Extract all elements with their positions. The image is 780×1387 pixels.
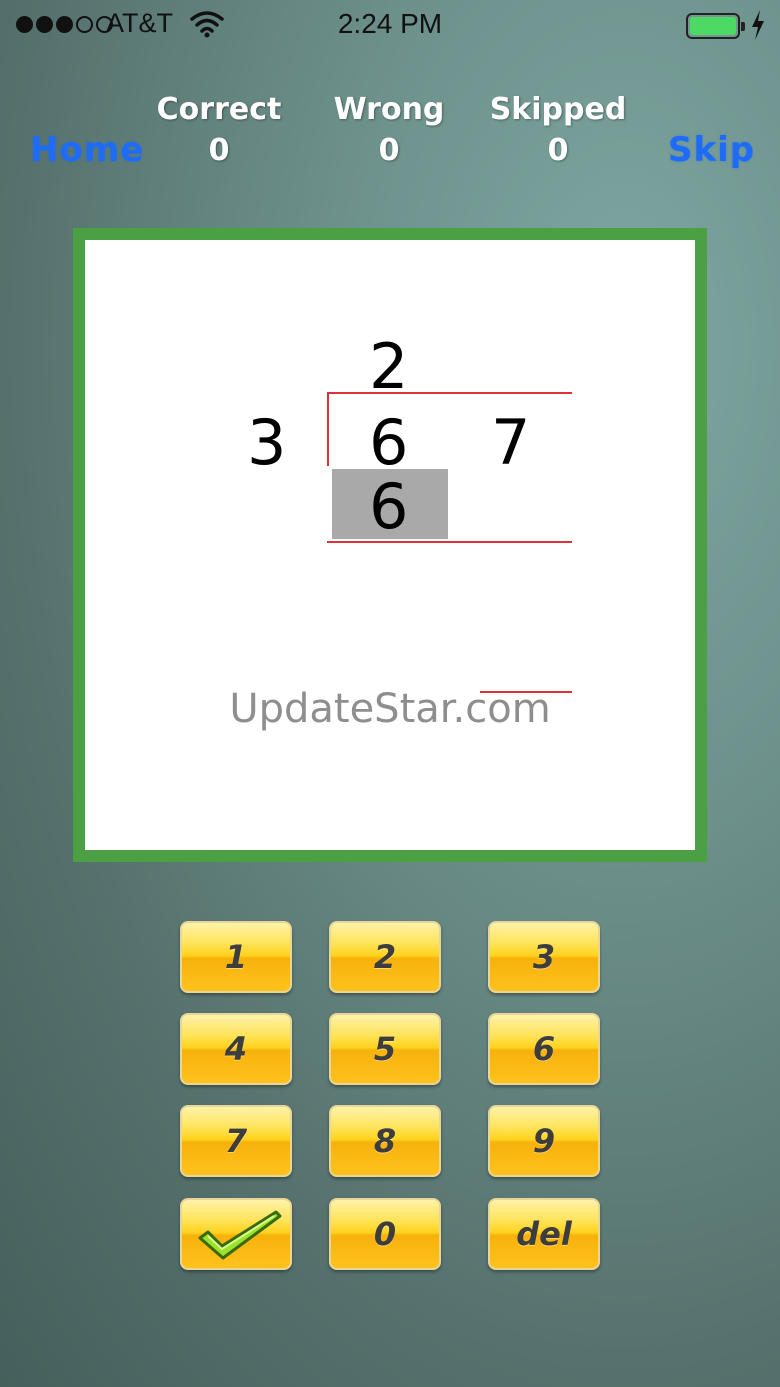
key-8[interactable]: 8 xyxy=(329,1105,441,1177)
key-8-label: 8 xyxy=(373,1122,397,1160)
key-6-label: 6 xyxy=(532,1030,556,1068)
key-7-label: 7 xyxy=(224,1122,248,1160)
problem-area: 2 3 6 7 6 UpdateStar.com xyxy=(85,240,695,850)
key-2-label: 2 xyxy=(373,938,397,976)
correct-stat: Correct 0 xyxy=(129,92,309,168)
key-5[interactable]: 5 xyxy=(329,1013,441,1085)
key-1-label: 1 xyxy=(224,938,248,976)
dividend-digit-2: 7 xyxy=(491,406,531,479)
skipped-count: 0 xyxy=(547,133,569,168)
division-bracket-line xyxy=(327,392,329,466)
battery-icon xyxy=(686,13,745,39)
problem-board: 2 3 6 7 6 UpdateStar.com xyxy=(73,228,707,862)
key-4-label: 4 xyxy=(224,1030,248,1068)
key-6[interactable]: 6 xyxy=(488,1013,600,1085)
delete-button-label: del xyxy=(516,1215,572,1253)
skipped-label: Skipped xyxy=(489,92,627,127)
check-icon xyxy=(198,1210,282,1260)
key-2[interactable]: 2 xyxy=(329,921,441,993)
division-top-line xyxy=(327,392,572,394)
key-0[interactable]: 0 xyxy=(329,1198,441,1270)
work-digit: 6 xyxy=(369,470,409,543)
key-7[interactable]: 7 xyxy=(180,1105,292,1177)
key-4[interactable]: 4 xyxy=(180,1013,292,1085)
wrong-stat: Wrong 0 xyxy=(299,92,479,168)
home-button[interactable]: Home xyxy=(30,130,144,170)
correct-label: Correct xyxy=(156,92,282,127)
wrong-count: 0 xyxy=(378,133,400,168)
submit-check-button[interactable] xyxy=(180,1198,292,1270)
wrong-label: Wrong xyxy=(333,92,445,127)
delete-button[interactable]: del xyxy=(488,1198,600,1270)
subtraction-line xyxy=(327,541,572,543)
key-1[interactable]: 1 xyxy=(180,921,292,993)
correct-count: 0 xyxy=(208,133,230,168)
skip-button[interactable]: Skip xyxy=(668,130,755,170)
key-5-label: 5 xyxy=(373,1030,397,1068)
key-3-label: 3 xyxy=(532,938,556,976)
clock: 2:24 PM xyxy=(337,8,443,39)
skipped-stat: Skipped 0 xyxy=(468,92,648,168)
status-bar: AT&T 2:24 PM xyxy=(0,0,780,54)
key-9-label: 9 xyxy=(532,1122,556,1160)
key-0-label: 0 xyxy=(373,1215,397,1253)
watermark: UpdateStar.com xyxy=(229,686,551,732)
quotient-digit: 2 xyxy=(369,330,409,403)
key-3[interactable]: 3 xyxy=(488,921,600,993)
divisor-digit: 3 xyxy=(247,406,287,479)
key-9[interactable]: 9 xyxy=(488,1105,600,1177)
charging-bolt-icon xyxy=(752,10,764,40)
dividend-digit-1: 6 xyxy=(369,406,409,479)
